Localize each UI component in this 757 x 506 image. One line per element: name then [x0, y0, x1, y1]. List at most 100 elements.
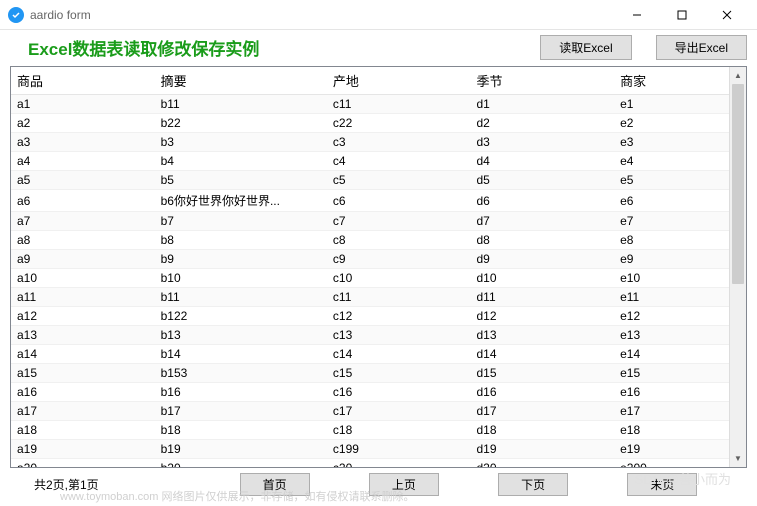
last-page-button[interactable]: 末页	[627, 473, 697, 496]
column-header[interactable]: 商品	[11, 67, 155, 95]
table-row[interactable]: a16b16c16d16e16	[11, 383, 729, 402]
table-cell[interactable]: e8	[614, 231, 729, 250]
table-cell[interactable]: c199	[327, 440, 471, 459]
table-cell[interactable]: c9	[327, 250, 471, 269]
table-cell[interactable]: e3	[614, 133, 729, 152]
table-row[interactable]: a19b19c199d19e19	[11, 440, 729, 459]
table-cell[interactable]: d17	[471, 402, 615, 421]
scroll-thumb[interactable]	[732, 84, 744, 284]
table-cell[interactable]: d9	[471, 250, 615, 269]
table-row[interactable]: a15b153c15d15e15	[11, 364, 729, 383]
table-cell[interactable]: a12	[11, 307, 155, 326]
table-cell[interactable]: b19	[155, 440, 327, 459]
table-cell[interactable]: a11	[11, 288, 155, 307]
scroll-down-icon[interactable]: ▼	[730, 450, 746, 467]
column-header[interactable]: 产地	[327, 67, 471, 95]
table-cell[interactable]: b8	[155, 231, 327, 250]
table-cell[interactable]: e200	[614, 459, 729, 468]
table-cell[interactable]: d1	[471, 95, 615, 114]
table-cell[interactable]: d11	[471, 288, 615, 307]
table-cell[interactable]: e15	[614, 364, 729, 383]
table-cell[interactable]: e19	[614, 440, 729, 459]
prev-page-button[interactable]: 上页	[369, 473, 439, 496]
table-row[interactable]: a5b5c5d5e5	[11, 171, 729, 190]
table-cell[interactable]: d3	[471, 133, 615, 152]
table-cell[interactable]: d6	[471, 190, 615, 212]
table-cell[interactable]: c6	[327, 190, 471, 212]
table-row[interactable]: a20b20c20d20e200	[11, 459, 729, 468]
table-cell[interactable]: b22	[155, 114, 327, 133]
table-cell[interactable]: d8	[471, 231, 615, 250]
table-cell[interactable]: d19	[471, 440, 615, 459]
table-cell[interactable]: d20	[471, 459, 615, 468]
table-cell[interactable]: b11	[155, 95, 327, 114]
table-cell[interactable]: b122	[155, 307, 327, 326]
table-cell[interactable]: d12	[471, 307, 615, 326]
table-cell[interactable]: b17	[155, 402, 327, 421]
table-cell[interactable]: d15	[471, 364, 615, 383]
table-cell[interactable]: b5	[155, 171, 327, 190]
table-cell[interactable]: b11	[155, 288, 327, 307]
data-table[interactable]: 商品摘要产地季节商家 a1b11c11d1e1a2b22c22d2e2a3b3c…	[11, 67, 729, 467]
table-cell[interactable]: e17	[614, 402, 729, 421]
column-header[interactable]: 商家	[614, 67, 729, 95]
table-cell[interactable]: a16	[11, 383, 155, 402]
table-cell[interactable]: c15	[327, 364, 471, 383]
table-cell[interactable]: c16	[327, 383, 471, 402]
table-cell[interactable]: a8	[11, 231, 155, 250]
table-row[interactable]: a13b13c13d13e13	[11, 326, 729, 345]
next-page-button[interactable]: 下页	[498, 473, 568, 496]
table-cell[interactable]: c12	[327, 307, 471, 326]
table-row[interactable]: a9b9c9d9e9	[11, 250, 729, 269]
table-cell[interactable]: b153	[155, 364, 327, 383]
table-cell[interactable]: c22	[327, 114, 471, 133]
table-cell[interactable]: a2	[11, 114, 155, 133]
table-cell[interactable]: d18	[471, 421, 615, 440]
maximize-button[interactable]	[659, 0, 704, 30]
table-cell[interactable]: b9	[155, 250, 327, 269]
table-cell[interactable]: c17	[327, 402, 471, 421]
table-row[interactable]: a3b3c3d3e3	[11, 133, 729, 152]
table-cell[interactable]: e9	[614, 250, 729, 269]
table-cell[interactable]: a6	[11, 190, 155, 212]
table-cell[interactable]: d13	[471, 326, 615, 345]
read-excel-button[interactable]: 读取Excel	[540, 35, 631, 60]
table-row[interactable]: a8b8c8d8e8	[11, 231, 729, 250]
table-cell[interactable]: a15	[11, 364, 155, 383]
table-cell[interactable]: d14	[471, 345, 615, 364]
table-cell[interactable]: a4	[11, 152, 155, 171]
table-cell[interactable]: a1	[11, 95, 155, 114]
table-row[interactable]: a1b11c11d1e1	[11, 95, 729, 114]
table-cell[interactable]: c20	[327, 459, 471, 468]
table-cell[interactable]: a10	[11, 269, 155, 288]
table-cell[interactable]: e16	[614, 383, 729, 402]
table-cell[interactable]: e12	[614, 307, 729, 326]
table-row[interactable]: a17b17c17d17e17	[11, 402, 729, 421]
table-row[interactable]: a11b11c11d11e11	[11, 288, 729, 307]
table-cell[interactable]: b13	[155, 326, 327, 345]
table-cell[interactable]: e1	[614, 95, 729, 114]
table-row[interactable]: a18b18c18d18e18	[11, 421, 729, 440]
table-row[interactable]: a2b22c22d2e2	[11, 114, 729, 133]
table-cell[interactable]: c10	[327, 269, 471, 288]
table-cell[interactable]: b10	[155, 269, 327, 288]
table-cell[interactable]: a18	[11, 421, 155, 440]
vertical-scrollbar[interactable]: ▲ ▼	[729, 67, 746, 467]
table-row[interactable]: a10b10c10d10e10	[11, 269, 729, 288]
table-row[interactable]: a7b7c7d7e7	[11, 212, 729, 231]
table-row[interactable]: a6b6你好世界你好世界...c6d6e6	[11, 190, 729, 212]
table-cell[interactable]: a13	[11, 326, 155, 345]
table-cell[interactable]: c14	[327, 345, 471, 364]
table-cell[interactable]: c13	[327, 326, 471, 345]
column-header[interactable]: 季节	[471, 67, 615, 95]
table-cell[interactable]: e14	[614, 345, 729, 364]
column-header[interactable]: 摘要	[155, 67, 327, 95]
table-cell[interactable]: d4	[471, 152, 615, 171]
table-cell[interactable]: a17	[11, 402, 155, 421]
table-cell[interactable]: b20	[155, 459, 327, 468]
close-button[interactable]	[704, 0, 749, 30]
table-cell[interactable]: e6	[614, 190, 729, 212]
table-cell[interactable]: e13	[614, 326, 729, 345]
table-row[interactable]: a4b4c4d4e4	[11, 152, 729, 171]
minimize-button[interactable]	[614, 0, 659, 30]
